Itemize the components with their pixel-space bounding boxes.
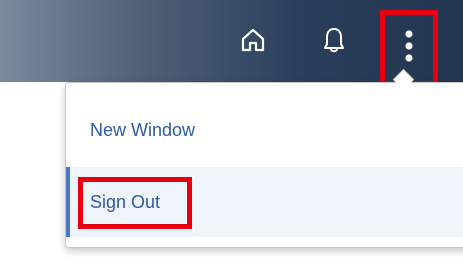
notifications-button[interactable] bbox=[314, 22, 354, 62]
more-vertical-icon bbox=[405, 29, 413, 68]
menu-item-label: New Window bbox=[90, 119, 196, 140]
sign-out-highlight-box bbox=[78, 177, 192, 229]
bell-icon bbox=[323, 27, 345, 58]
home-icon bbox=[240, 27, 266, 58]
menu-item-new-window[interactable]: New Window bbox=[66, 95, 463, 165]
home-button[interactable] bbox=[233, 22, 273, 62]
top-toolbar bbox=[0, 0, 463, 86]
